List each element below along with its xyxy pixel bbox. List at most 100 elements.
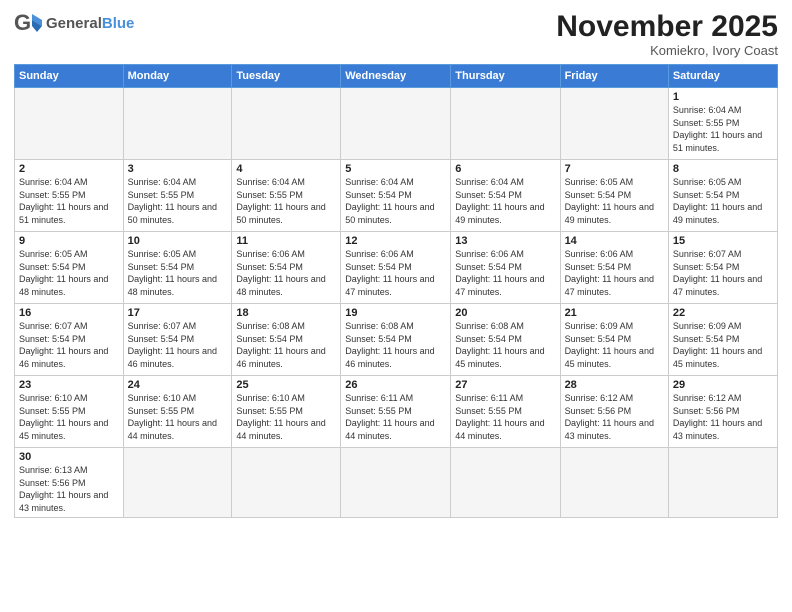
calendar-cell (232, 448, 341, 518)
calendar-cell: 5Sunrise: 6:04 AMSunset: 5:54 PMDaylight… (341, 160, 451, 232)
day-number: 1 (673, 91, 773, 103)
day-info: Sunrise: 6:04 AMSunset: 5:55 PMDaylight:… (19, 176, 119, 226)
calendar-cell: 25Sunrise: 6:10 AMSunset: 5:55 PMDayligh… (232, 376, 341, 448)
calendar-header-row: Sunday Monday Tuesday Wednesday Thursday… (15, 65, 778, 88)
day-info: Sunrise: 6:05 AMSunset: 5:54 PMDaylight:… (128, 248, 228, 298)
calendar-cell: 20Sunrise: 6:08 AMSunset: 5:54 PMDayligh… (451, 304, 560, 376)
day-number: 18 (236, 307, 336, 319)
calendar-cell: 3Sunrise: 6:04 AMSunset: 5:55 PMDaylight… (123, 160, 232, 232)
col-monday: Monday (123, 65, 232, 88)
day-number: 19 (345, 307, 446, 319)
calendar-cell: 29Sunrise: 6:12 AMSunset: 5:56 PMDayligh… (668, 376, 777, 448)
day-number: 3 (128, 163, 228, 175)
calendar-cell: 2Sunrise: 6:04 AMSunset: 5:55 PMDaylight… (15, 160, 124, 232)
col-saturday: Saturday (668, 65, 777, 88)
calendar-cell: 17Sunrise: 6:07 AMSunset: 5:54 PMDayligh… (123, 304, 232, 376)
calendar-cell: 22Sunrise: 6:09 AMSunset: 5:54 PMDayligh… (668, 304, 777, 376)
calendar-cell (341, 448, 451, 518)
calendar-cell (341, 88, 451, 160)
calendar-cell (123, 448, 232, 518)
calendar-cell: 26Sunrise: 6:11 AMSunset: 5:55 PMDayligh… (341, 376, 451, 448)
day-number: 17 (128, 307, 228, 319)
day-number: 29 (673, 379, 773, 391)
day-number: 7 (565, 163, 664, 175)
calendar-cell: 7Sunrise: 6:05 AMSunset: 5:54 PMDaylight… (560, 160, 668, 232)
day-info: Sunrise: 6:04 AMSunset: 5:55 PMDaylight:… (236, 176, 336, 226)
calendar-cell: 11Sunrise: 6:06 AMSunset: 5:54 PMDayligh… (232, 232, 341, 304)
day-info: Sunrise: 6:09 AMSunset: 5:54 PMDaylight:… (673, 320, 773, 370)
day-number: 23 (19, 379, 119, 391)
day-number: 5 (345, 163, 446, 175)
day-info: Sunrise: 6:07 AMSunset: 5:54 PMDaylight:… (19, 320, 119, 370)
day-number: 13 (455, 235, 555, 247)
day-number: 20 (455, 307, 555, 319)
calendar-cell (560, 88, 668, 160)
calendar-cell (451, 88, 560, 160)
day-info: Sunrise: 6:04 AMSunset: 5:55 PMDaylight:… (128, 176, 228, 226)
calendar-cell: 13Sunrise: 6:06 AMSunset: 5:54 PMDayligh… (451, 232, 560, 304)
day-info: Sunrise: 6:05 AMSunset: 5:54 PMDaylight:… (19, 248, 119, 298)
calendar-cell: 30Sunrise: 6:13 AMSunset: 5:56 PMDayligh… (15, 448, 124, 518)
day-info: Sunrise: 6:04 AMSunset: 5:54 PMDaylight:… (345, 176, 446, 226)
day-info: Sunrise: 6:11 AMSunset: 5:55 PMDaylight:… (455, 392, 555, 442)
day-info: Sunrise: 6:12 AMSunset: 5:56 PMDaylight:… (565, 392, 664, 442)
calendar-cell: 1Sunrise: 6:04 AMSunset: 5:55 PMDaylight… (668, 88, 777, 160)
col-wednesday: Wednesday (341, 65, 451, 88)
day-info: Sunrise: 6:07 AMSunset: 5:54 PMDaylight:… (673, 248, 773, 298)
calendar-cell (123, 88, 232, 160)
day-info: Sunrise: 6:08 AMSunset: 5:54 PMDaylight:… (455, 320, 555, 370)
calendar-cell: 21Sunrise: 6:09 AMSunset: 5:54 PMDayligh… (560, 304, 668, 376)
day-number: 11 (236, 235, 336, 247)
calendar-cell: 19Sunrise: 6:08 AMSunset: 5:54 PMDayligh… (341, 304, 451, 376)
day-number: 27 (455, 379, 555, 391)
day-info: Sunrise: 6:11 AMSunset: 5:55 PMDaylight:… (345, 392, 446, 442)
calendar-cell (560, 448, 668, 518)
day-number: 2 (19, 163, 119, 175)
day-number: 25 (236, 379, 336, 391)
day-info: Sunrise: 6:08 AMSunset: 5:54 PMDaylight:… (236, 320, 336, 370)
day-number: 4 (236, 163, 336, 175)
day-number: 12 (345, 235, 446, 247)
col-friday: Friday (560, 65, 668, 88)
day-info: Sunrise: 6:13 AMSunset: 5:56 PMDaylight:… (19, 464, 119, 514)
calendar-cell (451, 448, 560, 518)
day-info: Sunrise: 6:09 AMSunset: 5:54 PMDaylight:… (565, 320, 664, 370)
day-number: 22 (673, 307, 773, 319)
calendar-cell: 6Sunrise: 6:04 AMSunset: 5:54 PMDaylight… (451, 160, 560, 232)
day-info: Sunrise: 6:05 AMSunset: 5:54 PMDaylight:… (565, 176, 664, 226)
day-number: 8 (673, 163, 773, 175)
calendar-cell: 14Sunrise: 6:06 AMSunset: 5:54 PMDayligh… (560, 232, 668, 304)
location-subtitle: Komiekro, Ivory Coast (556, 43, 778, 58)
calendar-cell: 28Sunrise: 6:12 AMSunset: 5:56 PMDayligh… (560, 376, 668, 448)
logo-text: GeneralBlue (46, 16, 134, 33)
day-info: Sunrise: 6:10 AMSunset: 5:55 PMDaylight:… (128, 392, 228, 442)
day-number: 6 (455, 163, 555, 175)
calendar-cell: 15Sunrise: 6:07 AMSunset: 5:54 PMDayligh… (668, 232, 777, 304)
day-number: 30 (19, 451, 119, 463)
logo: G GeneralBlue (14, 10, 134, 38)
day-info: Sunrise: 6:12 AMSunset: 5:56 PMDaylight:… (673, 392, 773, 442)
day-info: Sunrise: 6:07 AMSunset: 5:54 PMDaylight:… (128, 320, 228, 370)
header: G GeneralBlue November 2025 Komiekro, Iv… (14, 10, 778, 58)
day-number: 28 (565, 379, 664, 391)
day-number: 24 (128, 379, 228, 391)
svg-text:G: G (14, 10, 31, 35)
calendar-cell: 8Sunrise: 6:05 AMSunset: 5:54 PMDaylight… (668, 160, 777, 232)
logo-icon: G (14, 10, 42, 38)
day-info: Sunrise: 6:06 AMSunset: 5:54 PMDaylight:… (455, 248, 555, 298)
month-title: November 2025 (556, 10, 778, 43)
day-info: Sunrise: 6:04 AMSunset: 5:54 PMDaylight:… (455, 176, 555, 226)
day-number: 26 (345, 379, 446, 391)
calendar-cell: 18Sunrise: 6:08 AMSunset: 5:54 PMDayligh… (232, 304, 341, 376)
day-number: 15 (673, 235, 773, 247)
col-tuesday: Tuesday (232, 65, 341, 88)
day-info: Sunrise: 6:04 AMSunset: 5:55 PMDaylight:… (673, 104, 773, 154)
day-info: Sunrise: 6:06 AMSunset: 5:54 PMDaylight:… (345, 248, 446, 298)
col-thursday: Thursday (451, 65, 560, 88)
day-number: 21 (565, 307, 664, 319)
day-info: Sunrise: 6:05 AMSunset: 5:54 PMDaylight:… (673, 176, 773, 226)
calendar-cell: 12Sunrise: 6:06 AMSunset: 5:54 PMDayligh… (341, 232, 451, 304)
page: G GeneralBlue November 2025 Komiekro, Iv… (0, 0, 792, 612)
day-info: Sunrise: 6:10 AMSunset: 5:55 PMDaylight:… (236, 392, 336, 442)
day-number: 9 (19, 235, 119, 247)
